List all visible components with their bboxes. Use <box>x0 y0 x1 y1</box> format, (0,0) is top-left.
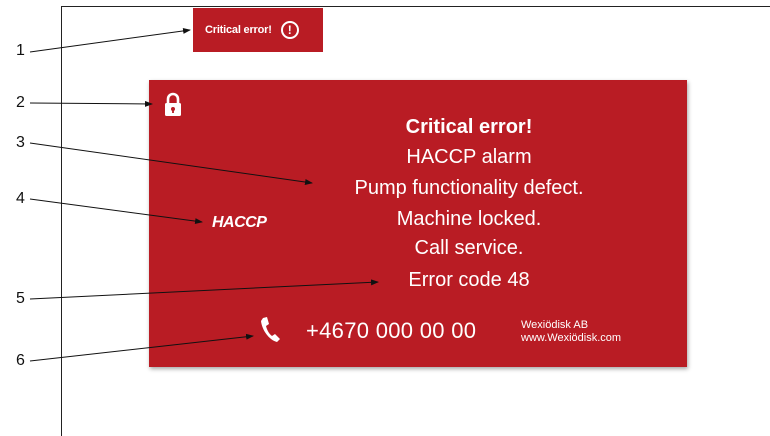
leader-line-4 <box>29 198 203 225</box>
leader-line-6 <box>29 333 254 362</box>
leader-lines <box>29 27 379 362</box>
leader-line-1 <box>29 27 191 53</box>
leader-line-3 <box>29 142 313 185</box>
leader-line-2 <box>29 100 153 107</box>
leader-line-5 <box>29 279 379 300</box>
